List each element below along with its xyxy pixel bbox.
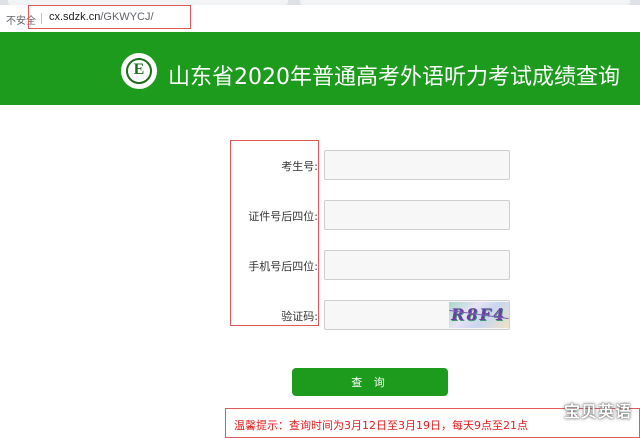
captcha-label: 验证码: <box>281 310 318 323</box>
query-button[interactable]: 查 询 <box>292 368 448 396</box>
watermark-logo: 宝贝英语 <box>563 402 632 421</box>
url-highlight-box <box>28 5 191 29</box>
exam-id-label: 考生号: <box>281 160 318 173</box>
phone-last4-label: 手机号后四位: <box>248 260 318 273</box>
site-logo-icon: E <box>121 53 157 89</box>
page-title: 山东省2020年普通高考外语听力考试成绩查询 <box>168 65 620 90</box>
captcha-image[interactable]: R8F4 <box>449 302 509 328</box>
id-last4-label: 证件号后四位: <box>248 210 318 223</box>
address-bar[interactable]: 不安全 cx.sdzk.cn/GKWYCJ/ <box>0 5 640 33</box>
id-last4-input[interactable] <box>324 200 510 230</box>
phone-last4-input[interactable] <box>324 250 510 280</box>
site-header: E 山东省2020年普通高考外语听力考试成绩查询 <box>0 32 640 105</box>
notice-text: 温馨提示：查询时间为3月12日至3月19日，每天9点至21点 <box>234 419 528 432</box>
logo-letter: E <box>133 61 145 78</box>
exam-id-input[interactable] <box>324 150 510 180</box>
